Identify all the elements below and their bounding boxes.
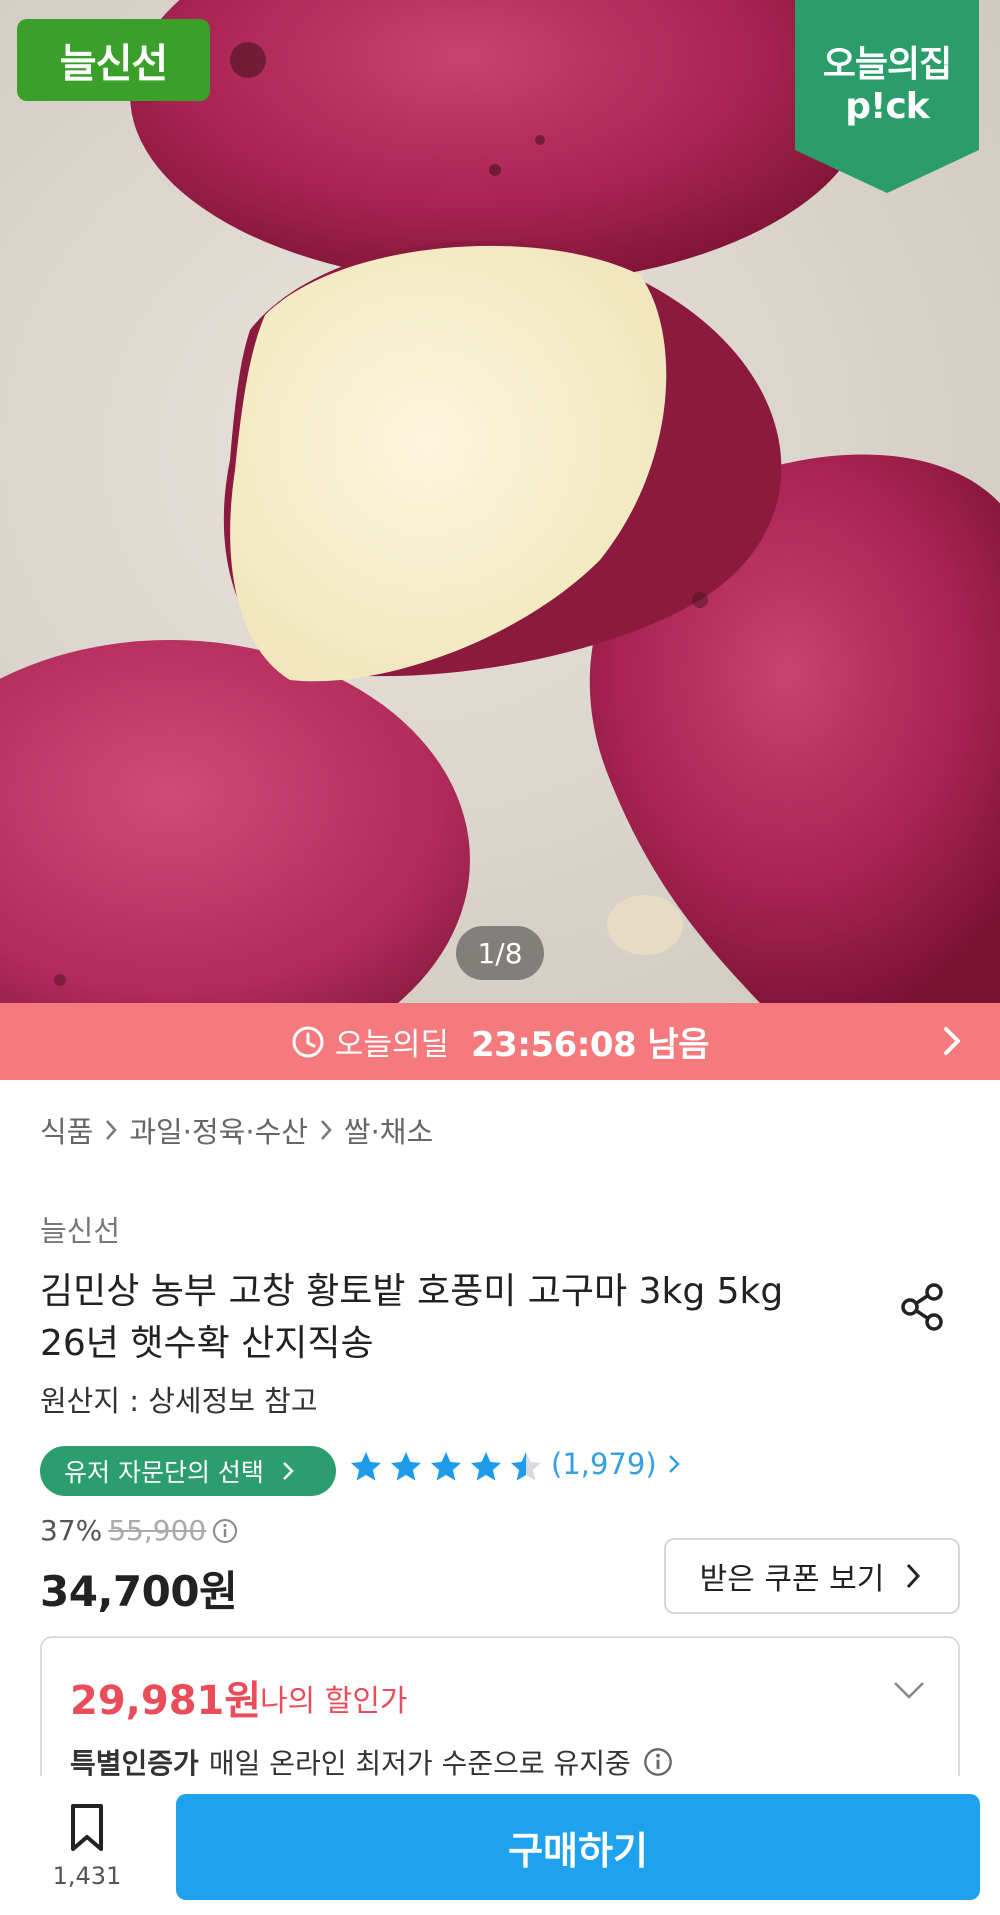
breadcrumb: 식품 과일·정육·수산 쌀·채소 [40, 1108, 433, 1152]
breadcrumb-item-rice-vegetables[interactable]: 쌀·채소 [344, 1109, 433, 1151]
chevron-right-icon [668, 1455, 680, 1473]
brand-badge: 늘신선 [17, 19, 210, 101]
info-icon[interactable] [212, 1518, 238, 1544]
user-panel-pick-badge[interactable]: 유저 자문단의 선택 [40, 1446, 336, 1496]
discount-rate: 37% [40, 1514, 103, 1547]
star-icon [351, 1452, 381, 1481]
my-discount-label: 나의 할인가 [260, 1684, 408, 1719]
breadcrumb-item-fruit-meat-seafood[interactable]: 과일·정육·수산 [129, 1109, 308, 1151]
ohouse-pick-badge: 오늘의집 p!ck [795, 0, 979, 193]
product-title-line2: 26년 햇수확 산지직송 [40, 1323, 374, 1364]
deal-label: 오늘의딜 [334, 1027, 450, 1063]
special-price-badge: 특별인증가 [70, 1747, 199, 1780]
special-price-description: 매일 온라인 최저가 수준으로 유지중 [208, 1747, 631, 1780]
chevron-right-icon [320, 1120, 332, 1140]
pick-badge-line1: 오늘의집 [822, 44, 952, 85]
bottom-action-bar: 1,431 구매하기 [0, 1778, 1000, 1915]
chevron-right-icon [944, 1027, 960, 1055]
view-coupon-button[interactable]: 받은 쿠폰 보기 [664, 1538, 960, 1614]
chevron-right-icon [907, 1563, 921, 1589]
origin-info: 원산지 : 상세정보 참고 [40, 1384, 318, 1418]
star-icon [431, 1452, 461, 1481]
today-deal-bar[interactable]: 오늘의딜 23:56:08 남음 [0, 1003, 1000, 1080]
user-pick-label: 유저 자문단의 선택 [64, 1458, 264, 1487]
price-discount-row: 37% 55,900 [40, 1514, 238, 1547]
review-count: (1,979) [551, 1447, 657, 1481]
product-title-line1: 김민상 농부 고창 황토밭 호풍미 고구마 3kg 5kg [40, 1271, 784, 1312]
seller-name[interactable]: 늘신선 [40, 1208, 120, 1250]
info-icon[interactable] [643, 1747, 673, 1777]
bookmark-icon [71, 1804, 103, 1851]
image-pager: 1/8 [456, 926, 544, 980]
rating-stars [348, 1449, 548, 1485]
star-icon [391, 1452, 421, 1481]
half-star-icon [511, 1452, 541, 1481]
pick-badge-line2: p!ck [845, 86, 929, 127]
chevron-right-icon [283, 1462, 294, 1480]
chevron-right-icon [106, 1120, 118, 1140]
sale-price: 34,700원 [40, 1567, 238, 1616]
bookmark-count: 1,431 [52, 1862, 122, 1890]
chevron-down-icon[interactable] [892, 1678, 926, 1702]
product-image-carousel[interactable]: 늘신선 오늘의집 p!ck 1/8 [0, 0, 1000, 1003]
coupon-button-label: 받은 쿠폰 보기 [699, 1562, 885, 1597]
product-title: 김민상 농부 고창 황토밭 호풍미 고구마 3kg 5kg 26년 햇수확 산지… [40, 1266, 860, 1370]
deal-countdown: 23:56:08 남음 [471, 1025, 710, 1065]
special-price-notice: 특별인증가 매일 온라인 최저가 수준으로 유지중 [70, 1742, 673, 1782]
review-count-link[interactable]: (1,979) [551, 1447, 683, 1481]
clock-icon [292, 1026, 324, 1057]
bookmark-button[interactable]: 1,431 [52, 1802, 122, 1902]
share-icon[interactable] [896, 1280, 950, 1334]
breadcrumb-item-food[interactable]: 식품 [40, 1109, 93, 1151]
original-price: 55,900 [108, 1514, 207, 1547]
my-discount-price: 29,981원 [70, 1678, 262, 1724]
star-icon [471, 1452, 501, 1481]
buy-button[interactable]: 구매하기 [176, 1794, 980, 1900]
my-discount-price-panel[interactable]: 29,981원 나의 할인가 특별인증가 매일 온라인 최저가 수준으로 유지중 [40, 1636, 960, 1780]
